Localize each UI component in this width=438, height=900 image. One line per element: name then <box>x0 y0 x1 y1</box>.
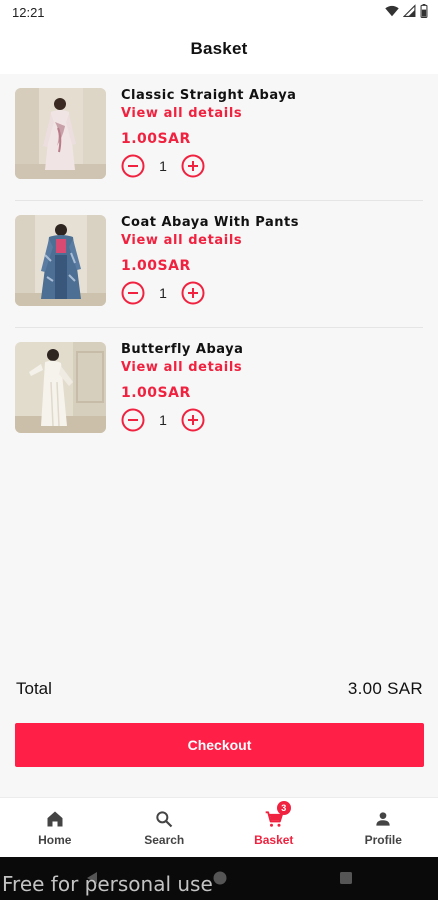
person-icon <box>376 812 390 826</box>
nav-label: Profile <box>364 833 402 847</box>
product-name: Coat Abaya With Pants <box>121 215 299 230</box>
nav-profile[interactable]: Profile <box>329 798 438 857</box>
nav-basket[interactable]: 3 Basket <box>219 798 329 857</box>
page-title: Basket <box>190 39 248 58</box>
app-bar: Basket <box>0 24 438 74</box>
minus-circle-icon[interactable] <box>121 408 145 432</box>
plus-circle-icon[interactable] <box>181 281 205 305</box>
quantity-stepper: 1 <box>121 280 421 306</box>
signal-icon <box>403 4 416 17</box>
quantity-stepper: 1 <box>121 407 421 433</box>
basket-list: Classic Straight Abaya View all details … <box>0 74 438 455</box>
nav-search[interactable]: Search <box>110 798 220 857</box>
checkout-button[interactable]: Checkout <box>15 723 424 767</box>
plus-circle-icon[interactable] <box>181 154 205 178</box>
quantity-value: 1 <box>159 412 167 428</box>
quantity-value: 1 <box>159 158 167 174</box>
total-value: 3.00 SAR <box>347 679 423 698</box>
view-details-link[interactable]: View all details <box>121 233 421 251</box>
product-name: Butterfly Abaya <box>121 342 244 357</box>
minus-circle-icon[interactable] <box>121 281 145 305</box>
product-image[interactable] <box>15 88 106 179</box>
basket-item: Butterfly Abaya View all details 1.00SAR… <box>15 328 423 455</box>
watermark-text: Free for personal use <box>2 872 213 896</box>
total-label: Total <box>16 679 52 698</box>
minus-circle-icon[interactable] <box>121 154 145 178</box>
basket-item: Coat Abaya With Pants View all details 1… <box>15 201 423 328</box>
view-details-link[interactable]: View all details <box>121 106 421 124</box>
quantity-value: 1 <box>159 285 167 301</box>
quantity-stepper: 1 <box>121 153 421 179</box>
total-row: Total 3.00 SAR <box>16 676 423 702</box>
plus-circle-icon[interactable] <box>181 408 205 432</box>
product-name: Classic Straight Abaya <box>121 88 297 103</box>
nav-label: Home <box>38 833 72 847</box>
cart-badge: 3 <box>276 801 291 815</box>
status-bar: 12:21 <box>0 0 438 24</box>
recents-icon[interactable] <box>338 870 354 886</box>
search-icon <box>156 811 173 828</box>
home-icon <box>47 811 63 827</box>
product-image[interactable] <box>15 342 106 433</box>
home-circle-icon[interactable] <box>212 870 228 886</box>
view-details-link[interactable]: View all details <box>121 360 421 378</box>
product-price: 1.00SAR <box>121 385 191 401</box>
status-icons <box>385 4 428 18</box>
status-time: 12:21 <box>12 5 45 20</box>
nav-home[interactable]: Home <box>0 798 110 857</box>
nav-label: Search <box>144 833 185 847</box>
wifi-icon <box>385 5 399 17</box>
bottom-nav: Home Search 3 Basket Profile <box>0 797 438 857</box>
product-image[interactable] <box>15 215 106 306</box>
battery-icon <box>420 4 428 18</box>
product-price: 1.00SAR <box>121 131 191 147</box>
product-price: 1.00SAR <box>121 258 191 274</box>
basket-item: Classic Straight Abaya View all details … <box>15 74 423 201</box>
nav-label: Basket <box>254 833 294 847</box>
